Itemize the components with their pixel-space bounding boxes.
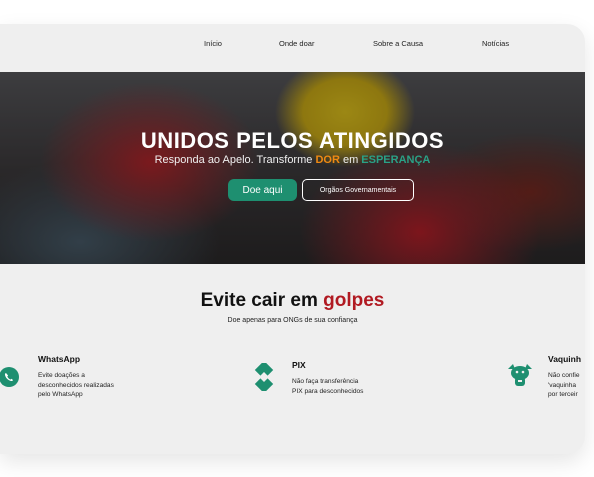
card-pix-title: PIX [292, 360, 306, 370]
government-agencies-button[interactable]: Orgãos Governamentais [302, 179, 414, 201]
scam-warning-subtitle: Doe apenas para ONGs de sua confiança [227, 317, 358, 324]
hero-title: UNIDOS PELOS ATINGIDOS [140, 128, 445, 153]
hero-subtitle-part1: Responda ao Apelo. Transforme [154, 154, 316, 166]
hero-subtitle-part2: em [339, 154, 362, 166]
hero-banner: UNIDOS PELOS ATINGIDOS Responda ao Apelo… [0, 72, 585, 264]
nav-item-onde-doar[interactable]: Onde doar [279, 39, 314, 48]
pix-icon [254, 363, 274, 391]
card-vaquinha-desc-line: por terceir [548, 391, 578, 398]
card-vaquinha-desc: Não confie 'vaquinha por terceir [548, 371, 580, 400]
top-nav: Início Onde doar Sobre a Causa Notícias [0, 39, 585, 53]
scam-warning-title: Evite cair em golpes [0, 290, 585, 312]
card-whatsapp-desc-line: Evite doações a [38, 372, 85, 379]
card-vaquinha-title: Vaquinh [548, 354, 582, 364]
nav-item-inicio[interactable]: Início [204, 39, 222, 48]
scam-warning-title-highlight: golpes [323, 290, 385, 311]
nav-item-sobre-a-causa[interactable]: Sobre a Causa [373, 39, 423, 48]
hero-subtitle-esperanca: ESPERANÇA [361, 154, 431, 166]
card-whatsapp-desc-line: desconhecidos realizadas [38, 381, 114, 389]
scam-warning-title-part1: Evite cair em [200, 290, 324, 311]
card-vaquinha-desc-line: Não confie [548, 372, 580, 379]
card-pix-desc-line: PIX para desconhecidos [292, 387, 364, 395]
card-whatsapp-desc: Evite doações a desconhecidos realizadas… [38, 371, 114, 400]
card-vaquinha: Vaquinh Não confie 'vaquinha por terceir [505, 352, 585, 412]
nav-item-noticias[interactable]: Notícias [482, 39, 509, 48]
card-whatsapp-title: WhatsApp [38, 354, 81, 364]
card-pix-desc: Não faça transferência PIX para desconhe… [292, 377, 363, 396]
hero-subtitle-dor: DOR [315, 154, 340, 166]
card-pix-desc-line: Não faça transferência [292, 378, 359, 385]
hero-image-overlay [0, 72, 585, 264]
piggy-bank-icon [508, 364, 532, 386]
whatsapp-icon [0, 367, 19, 387]
card-vaquinha-desc-line: 'vaquinha [548, 381, 577, 389]
donate-button[interactable]: Doe aqui [228, 179, 297, 201]
page-frame: Início Onde doar Sobre a Causa Notícias … [0, 24, 585, 454]
card-whatsapp-desc-line: pelo WhatsApp [38, 391, 83, 398]
hero-subtitle: Responda ao Apelo. Transforme DOR em ESP… [0, 154, 585, 166]
